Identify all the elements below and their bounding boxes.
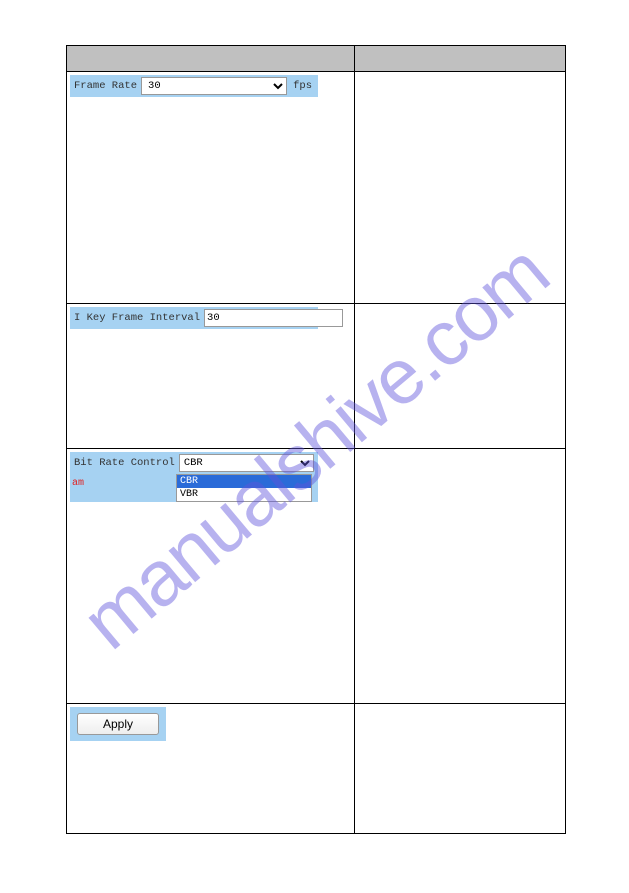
frame-rate-field: Frame Rate 30 fps [70, 75, 318, 97]
bit-rate-control-dropdown-list: CBR VBR [176, 474, 312, 502]
settings-table: Frame Rate 30 fps I Key Frame Interval [66, 45, 566, 834]
frame-rate-unit: fps [287, 80, 318, 92]
apply-row: Apply [67, 704, 566, 834]
apply-button-wrap: Apply [70, 707, 166, 741]
key-frame-interval-field: I Key Frame Interval [70, 307, 318, 329]
table-header-row [67, 46, 566, 72]
bit-rate-control-option-vbr[interactable]: VBR [177, 488, 311, 501]
bit-rate-control-option-cbr[interactable]: CBR [177, 475, 311, 488]
secondary-label: am [72, 478, 84, 489]
frame-rate-row: Frame Rate 30 fps [67, 72, 566, 304]
bit-rate-control-label: Bit Rate Control [70, 457, 179, 469]
bit-rate-control-row: Bit Rate Control CBR CBR VBR am [67, 449, 566, 704]
key-frame-interval-row: I Key Frame Interval [67, 304, 566, 449]
bit-rate-control-select[interactable]: CBR [179, 454, 314, 472]
frame-rate-label: Frame Rate [70, 80, 141, 92]
frame-rate-select[interactable]: 30 [141, 77, 287, 95]
bit-rate-control-field: Bit Rate Control CBR CBR VBR am [70, 452, 318, 502]
apply-button[interactable]: Apply [77, 713, 159, 735]
key-frame-interval-label: I Key Frame Interval [70, 312, 204, 324]
key-frame-interval-input[interactable] [204, 309, 343, 327]
